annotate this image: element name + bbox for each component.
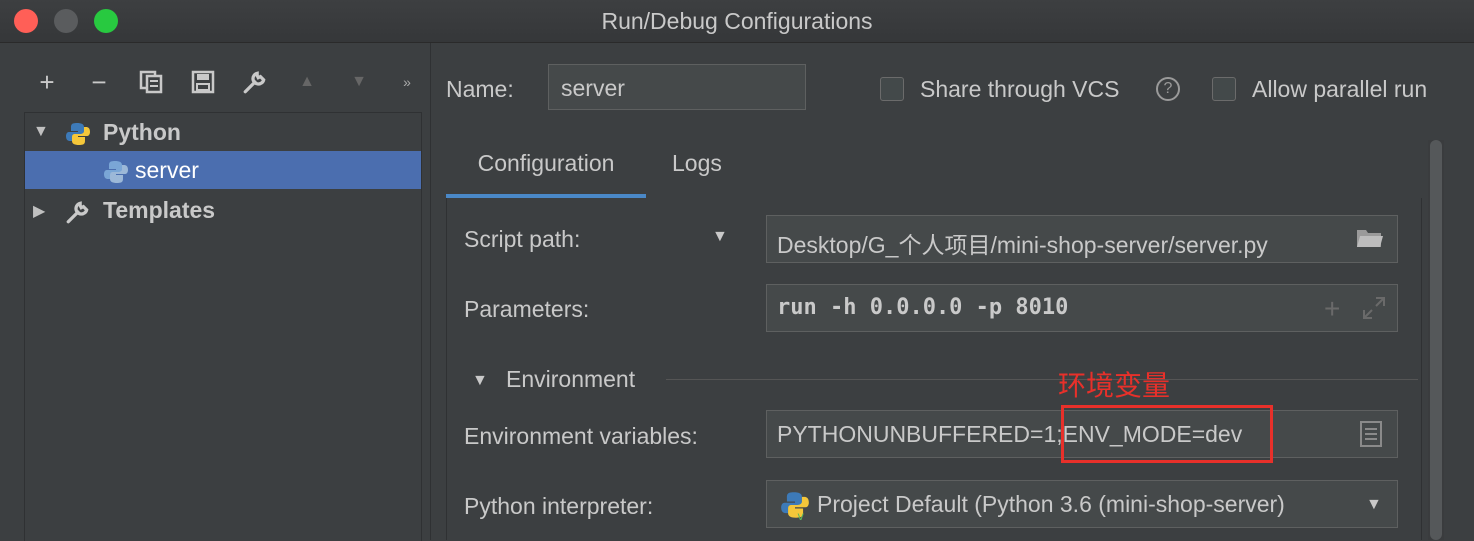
tree-item-python[interactable]: ▼ Python bbox=[25, 113, 421, 151]
name-input[interactable]: server bbox=[548, 64, 806, 110]
interpreter-select[interactable]: Project Default (Python 3.6 (mini-shop-s… bbox=[766, 480, 1398, 528]
tab-logs[interactable]: Logs bbox=[672, 150, 722, 198]
window-title: Run/Debug Configurations bbox=[601, 8, 873, 34]
script-path-input[interactable]: Desktop/G_个人项目/mini-shop-server/server.p… bbox=[766, 215, 1398, 263]
allow-parallel-checkbox[interactable] bbox=[1212, 77, 1236, 101]
parameters-input[interactable]: run -h 0.0.0.0 -p 8010 bbox=[766, 284, 1398, 332]
add-parameter-icon[interactable]: + bbox=[1324, 293, 1340, 325]
move-down-icon[interactable]: ▼ bbox=[344, 66, 374, 98]
python-config-icon bbox=[103, 159, 129, 183]
wrench-icon[interactable] bbox=[240, 66, 270, 98]
env-vars-label: Environment variables: bbox=[464, 423, 698, 449]
script-path-value: Desktop/G_个人项目/mini-shop-server/server.p… bbox=[777, 232, 1268, 258]
more-icon[interactable]: » bbox=[392, 66, 422, 98]
interpreter-label: Python interpreter: bbox=[464, 493, 654, 519]
tree-label-templates: Templates bbox=[103, 197, 216, 223]
remove-icon[interactable]: − bbox=[84, 66, 114, 98]
tree-label-python: Python bbox=[103, 119, 181, 145]
chevron-down-icon[interactable]: ▼ bbox=[472, 372, 488, 390]
scrollbar-thumb[interactable] bbox=[1430, 140, 1442, 540]
divider bbox=[666, 379, 1418, 380]
python-icon bbox=[65, 121, 91, 145]
chevron-down-icon[interactable]: ▼ bbox=[33, 123, 49, 141]
allow-parallel-label: Allow parallel run bbox=[1252, 76, 1428, 102]
wrench-icon bbox=[65, 199, 91, 224]
expand-icon[interactable] bbox=[1362, 296, 1386, 320]
add-icon[interactable]: + bbox=[32, 66, 62, 98]
interpreter-value: Project Default (Python 3.6 (mini-shop-s… bbox=[817, 491, 1285, 517]
sidebar-toolbar: + − ▲ ▼ » bbox=[24, 66, 424, 100]
parameters-label: Parameters: bbox=[464, 296, 590, 322]
tree-item-server[interactable]: server bbox=[25, 151, 421, 189]
python-interpreter-icon: v bbox=[780, 490, 810, 523]
name-label: Name: bbox=[446, 76, 514, 102]
script-type-dropdown-icon[interactable]: ▼ bbox=[712, 228, 728, 246]
tab-logs-label: Logs bbox=[672, 150, 722, 176]
highlight-box bbox=[1061, 405, 1273, 463]
tab-configuration[interactable]: Configuration bbox=[446, 150, 646, 198]
share-vcs-checkbox[interactable] bbox=[880, 77, 904, 101]
folder-icon[interactable] bbox=[1356, 227, 1384, 251]
scrollbar[interactable] bbox=[1428, 140, 1444, 540]
parameters-value: run -h 0.0.0.0 -p 8010 bbox=[777, 295, 1069, 320]
help-icon[interactable]: ? bbox=[1156, 77, 1180, 101]
config-tree: ▼ Python server ▶ Templates bbox=[24, 112, 422, 541]
script-path-label: Script path: bbox=[464, 226, 581, 252]
environment-section-label[interactable]: Environment bbox=[506, 366, 635, 393]
tab-bar: Configuration Logs bbox=[446, 140, 1420, 199]
chevron-down-icon[interactable]: ▼ bbox=[1366, 496, 1382, 514]
tab-configuration-label: Configuration bbox=[477, 150, 615, 176]
chevron-right-icon[interactable]: ▶ bbox=[33, 201, 45, 221]
move-up-icon[interactable]: ▲ bbox=[292, 66, 322, 98]
tree-label-server: server bbox=[135, 157, 199, 183]
copy-icon[interactable] bbox=[136, 66, 166, 98]
svg-text:v: v bbox=[797, 509, 804, 520]
title-bar: Run/Debug Configurations bbox=[0, 0, 1474, 43]
edit-env-vars-icon[interactable] bbox=[1360, 421, 1382, 447]
annotation-label: 环境变量 bbox=[1058, 369, 1171, 402]
share-vcs-label: Share through VCS bbox=[920, 76, 1120, 102]
tree-item-templates[interactable]: ▶ Templates bbox=[25, 191, 421, 229]
save-icon[interactable] bbox=[188, 66, 218, 98]
